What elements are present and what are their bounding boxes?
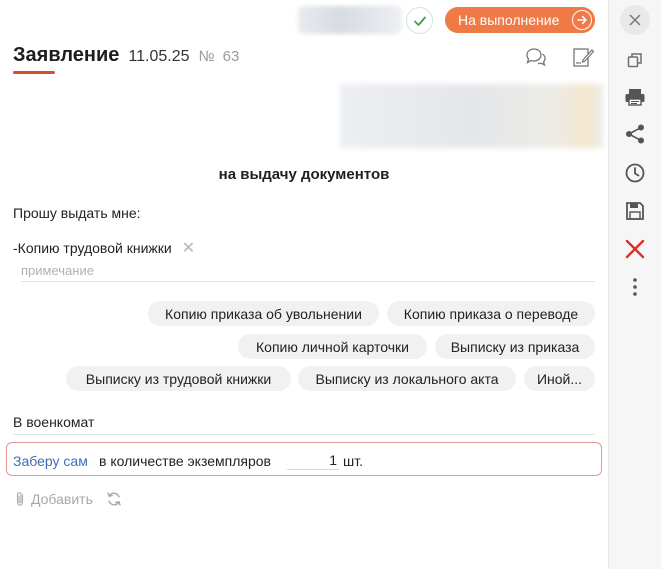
status-button[interactable]: На выполнение — [445, 7, 595, 33]
more-vertical-icon[interactable] — [622, 274, 648, 300]
assignee-avatar-blurred — [298, 6, 402, 34]
check-icon — [413, 16, 426, 26]
option-chip[interactable]: Копию приказа об увольнении — [148, 301, 379, 326]
status-button-label: На выполнение — [458, 12, 560, 28]
remove-item-icon[interactable]: ✕ — [182, 238, 195, 258]
comments-icon[interactable] — [523, 46, 547, 68]
option-chip[interactable]: Выписку из трудовой книжки — [66, 366, 291, 391]
destination-text: В военкомат — [13, 414, 95, 430]
selected-item-label: Копию трудовой книжки — [17, 240, 172, 256]
paperclip-icon — [16, 492, 24, 506]
arrow-right-icon — [572, 10, 592, 30]
copies-label: в количестве экземпляров — [99, 453, 271, 469]
delete-icon[interactable] — [622, 236, 648, 262]
refresh-icon[interactable] — [105, 490, 123, 508]
note-input[interactable] — [21, 260, 595, 282]
pickup-method-link[interactable]: Заберу сам — [13, 453, 88, 469]
request-text: Прошу выдать мне: — [13, 205, 141, 221]
document-title: на выдачу документов — [218, 166, 390, 183]
document-header: Заявление 11.05.25 № 63 — [13, 44, 239, 67]
document-date: 11.05.25 — [128, 48, 190, 65]
add-label: Добавить — [31, 491, 93, 507]
option-chip[interactable]: Выписку из приказа — [435, 334, 595, 359]
save-icon[interactable] — [622, 198, 648, 224]
history-icon[interactable] — [622, 160, 648, 186]
print-icon[interactable] — [622, 84, 648, 110]
number-sign: № — [198, 48, 215, 65]
title-underline — [13, 71, 55, 74]
close-icon[interactable] — [620, 5, 650, 35]
copy-icon[interactable] — [622, 47, 648, 73]
document-panel: На выполнение Заявление 11.05.25 № 63 на… — [0, 0, 608, 569]
copies-input[interactable] — [287, 450, 339, 470]
copies-unit: шт. — [343, 453, 363, 469]
option-chip[interactable]: Копию приказа о переводе — [387, 301, 595, 326]
document-number: 63 — [222, 48, 240, 65]
option-chip[interactable]: Выписку из локального акта — [298, 366, 516, 391]
approve-button[interactable] — [406, 7, 433, 34]
sign-document-icon[interactable] — [571, 46, 595, 68]
addressee-block-blurred — [340, 84, 603, 148]
add-attachment-button[interactable]: Добавить — [14, 491, 93, 507]
share-icon[interactable] — [622, 121, 648, 147]
page-title: Заявление — [13, 44, 120, 66]
destination-divider — [13, 434, 595, 435]
option-chip[interactable]: Копию личной карточки — [238, 334, 427, 359]
option-chip-other[interactable]: Иной... — [524, 366, 595, 391]
selected-document-item: - Копию трудовой книжки ✕ — [13, 238, 195, 258]
